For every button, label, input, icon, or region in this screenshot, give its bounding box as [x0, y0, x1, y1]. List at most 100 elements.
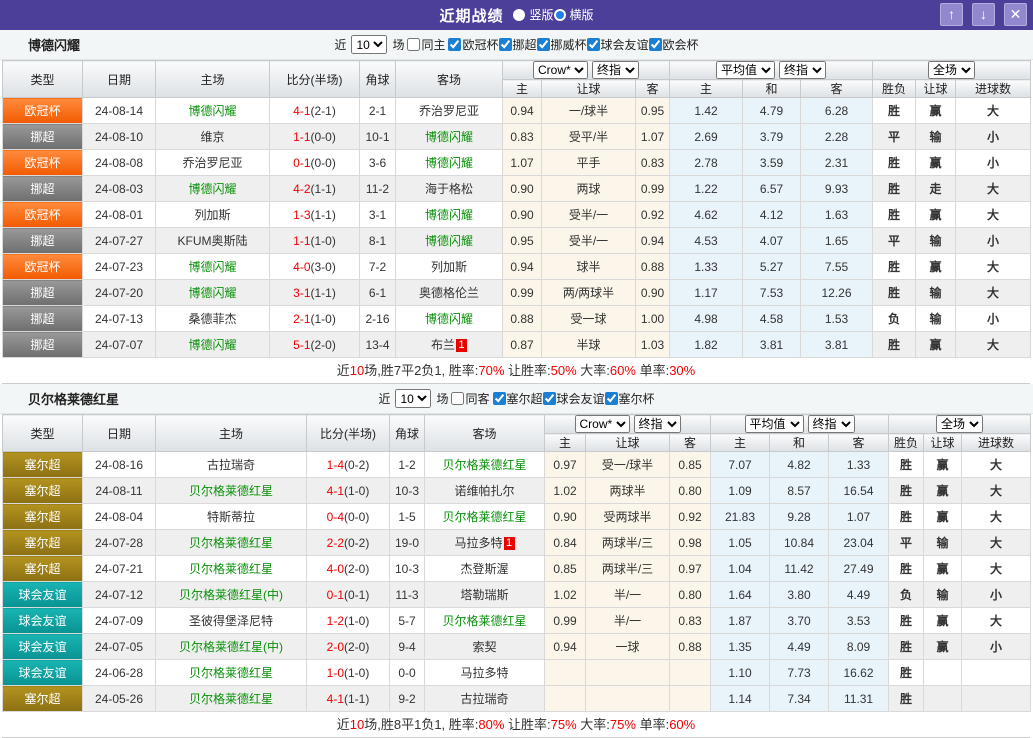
avg-source-select[interactable]: 平均值 [716, 61, 775, 79]
section-filter-row: 贝尔格莱德红星 近 10 场 同客 塞尔超球会友谊塞尔杯 [0, 384, 1033, 414]
col-avg-home: 主 [670, 80, 743, 98]
goals-result: 大 [962, 530, 1031, 556]
col-odds-handicap: 让球 [542, 80, 636, 98]
odds-home: 0.97 [545, 452, 586, 478]
col-result-goals: 进球数 [962, 434, 1031, 452]
avg-mode-select[interactable]: 终指 [808, 415, 855, 433]
odds-source-select[interactable]: Crow* [533, 61, 588, 79]
avg-draw-odds: 7.34 [770, 686, 829, 712]
odds-handicap: 平手 [542, 150, 636, 176]
odds-home [545, 660, 586, 686]
outcome-result: 胜 [873, 98, 916, 124]
scope-select[interactable]: 全场 [936, 415, 983, 433]
match-date: 24-05-26 [83, 686, 156, 712]
team-text: 维京 [200, 130, 224, 144]
match-score: 0-1(0-1) [307, 582, 390, 608]
match-score: 1-0(1-0) [307, 660, 390, 686]
home-team-name: 贝尔格莱德红星(中) [156, 634, 307, 660]
odds-home: 0.99 [545, 608, 586, 634]
radio-icon[interactable] [554, 9, 566, 21]
league-checkbox-label: 球会友谊 [601, 36, 649, 53]
league-checkbox-球会友谊[interactable] [587, 38, 600, 51]
avg-draw-odds: 8.57 [770, 478, 829, 504]
same-venue-checkbox[interactable] [407, 38, 420, 51]
league-type-badge: 球会友谊 [3, 582, 83, 608]
match-date: 24-07-20 [83, 280, 156, 306]
league-checkbox-球会友谊[interactable] [543, 392, 556, 405]
odds-home: 0.90 [503, 202, 542, 228]
odds-handicap: 半球 [542, 332, 636, 358]
home-team-name: 桑德菲杰 [156, 306, 270, 332]
odds-source-select[interactable]: Crow* [575, 415, 630, 433]
avg-source-select[interactable]: 平均值 [745, 415, 804, 433]
odds-handicap: 两球半/三 [586, 556, 670, 582]
odds-mode-select[interactable]: 终指 [592, 61, 639, 79]
same-venue-checkbox[interactable] [451, 392, 464, 405]
away-team-name: 古拉瑞奇 [425, 686, 545, 712]
match-row: 球会友谊24-07-12贝尔格莱德红星(中)0-1(0-1)11-3塔勒瑞斯1.… [3, 582, 1031, 608]
match-score: 1-2(1-0) [307, 608, 390, 634]
halftime-score: (1-1) [344, 692, 369, 706]
handicap-result: 赢 [916, 202, 956, 228]
goals-result: 大 [962, 504, 1031, 530]
scope-select[interactable]: 全场 [928, 61, 975, 79]
avg-home-odds: 7.07 [711, 452, 770, 478]
league-checkbox-label: 挪威杯 [551, 36, 587, 53]
league-checkbox-塞尔杯[interactable] [605, 392, 618, 405]
avg-mode-select[interactable]: 终指 [779, 61, 826, 79]
recent-count-select[interactable]: 10 [395, 389, 431, 408]
layout-radio-group[interactable]: 竖版横版 [513, 6, 593, 24]
odds-home: 1.02 [545, 478, 586, 504]
odds-mode-select[interactable]: 终指 [634, 415, 681, 433]
league-type-badge: 挪超 [3, 124, 83, 150]
odds-home: 0.94 [503, 254, 542, 280]
move-down-button[interactable]: ↓ [972, 3, 995, 26]
team-text: KFUM奥斯陆 [178, 234, 248, 248]
halftime-score: (0-1) [344, 588, 369, 602]
home-team-name: 博德闪耀 [156, 176, 270, 202]
summary-text: 70% [478, 363, 504, 378]
away-team-name: 布兰1 [396, 332, 503, 358]
match-row: 塞尔超24-05-26贝尔格莱德红星4-1(1-1)9-2古拉瑞奇1.147.3… [3, 686, 1031, 712]
col-away: 客场 [396, 61, 503, 98]
layout-radio-selected[interactable]: 横版 [554, 6, 594, 23]
avg-home-odds: 21.83 [711, 504, 770, 530]
col-avg-away: 客 [829, 434, 889, 452]
league-checkbox-欧冠杯[interactable] [448, 38, 461, 51]
away-team-name: 塔勒瑞斯 [425, 582, 545, 608]
match-row: 挪超24-08-10维京1-1(0-0)10-1博德闪耀0.83受平/半1.07… [3, 124, 1031, 150]
outcome-result: 胜 [873, 280, 916, 306]
move-up-button[interactable]: ↑ [940, 3, 963, 26]
recent-stats-summary: 近10场,胜8平1负1, 胜率:80% 让胜率:75% 大率:75% 单率:60… [2, 712, 1030, 738]
fulltime-score: 1-3 [293, 208, 310, 222]
odds-home: 0.90 [503, 176, 542, 202]
red-card-badge: 1 [504, 537, 515, 550]
league-checkbox-欧会杯[interactable] [649, 38, 662, 51]
match-score: 1-4(0-2) [307, 452, 390, 478]
corner-count: 6-1 [360, 280, 396, 306]
fulltime-score: 0-1 [327, 588, 344, 602]
away-team-name: 贝尔格莱德红星 [425, 608, 545, 634]
corner-count: 0-0 [390, 660, 425, 686]
corner-count: 3-1 [360, 202, 396, 228]
match-date: 24-07-07 [83, 332, 156, 358]
scope-group-header: 全场 [889, 415, 1031, 434]
col-score: 比分(半场) [270, 61, 360, 98]
away-team-name: 博德闪耀 [396, 124, 503, 150]
league-checkbox-挪威杯[interactable] [537, 38, 550, 51]
summary-text: 单率: [636, 363, 669, 378]
league-checkbox-塞尔超[interactable] [493, 392, 506, 405]
home-team-name: 贝尔格莱德红星(中) [156, 582, 307, 608]
handicap-result: 赢 [916, 150, 956, 176]
recent-count-select[interactable]: 10 [351, 35, 387, 54]
close-button[interactable]: ✕ [1004, 3, 1027, 26]
handicap-result: 输 [916, 228, 956, 254]
matches-label: 场 [436, 390, 448, 407]
layout-radio-option[interactable]: 竖版 [513, 6, 553, 23]
avg-away-odds: 2.31 [801, 150, 873, 176]
radio-icon[interactable] [513, 9, 525, 21]
team-text: 诺维帕扎尔 [454, 484, 514, 498]
goals-result [962, 686, 1031, 712]
away-team-name: 乔治罗尼亚 [396, 98, 503, 124]
league-checkbox-挪超[interactable] [499, 38, 512, 51]
